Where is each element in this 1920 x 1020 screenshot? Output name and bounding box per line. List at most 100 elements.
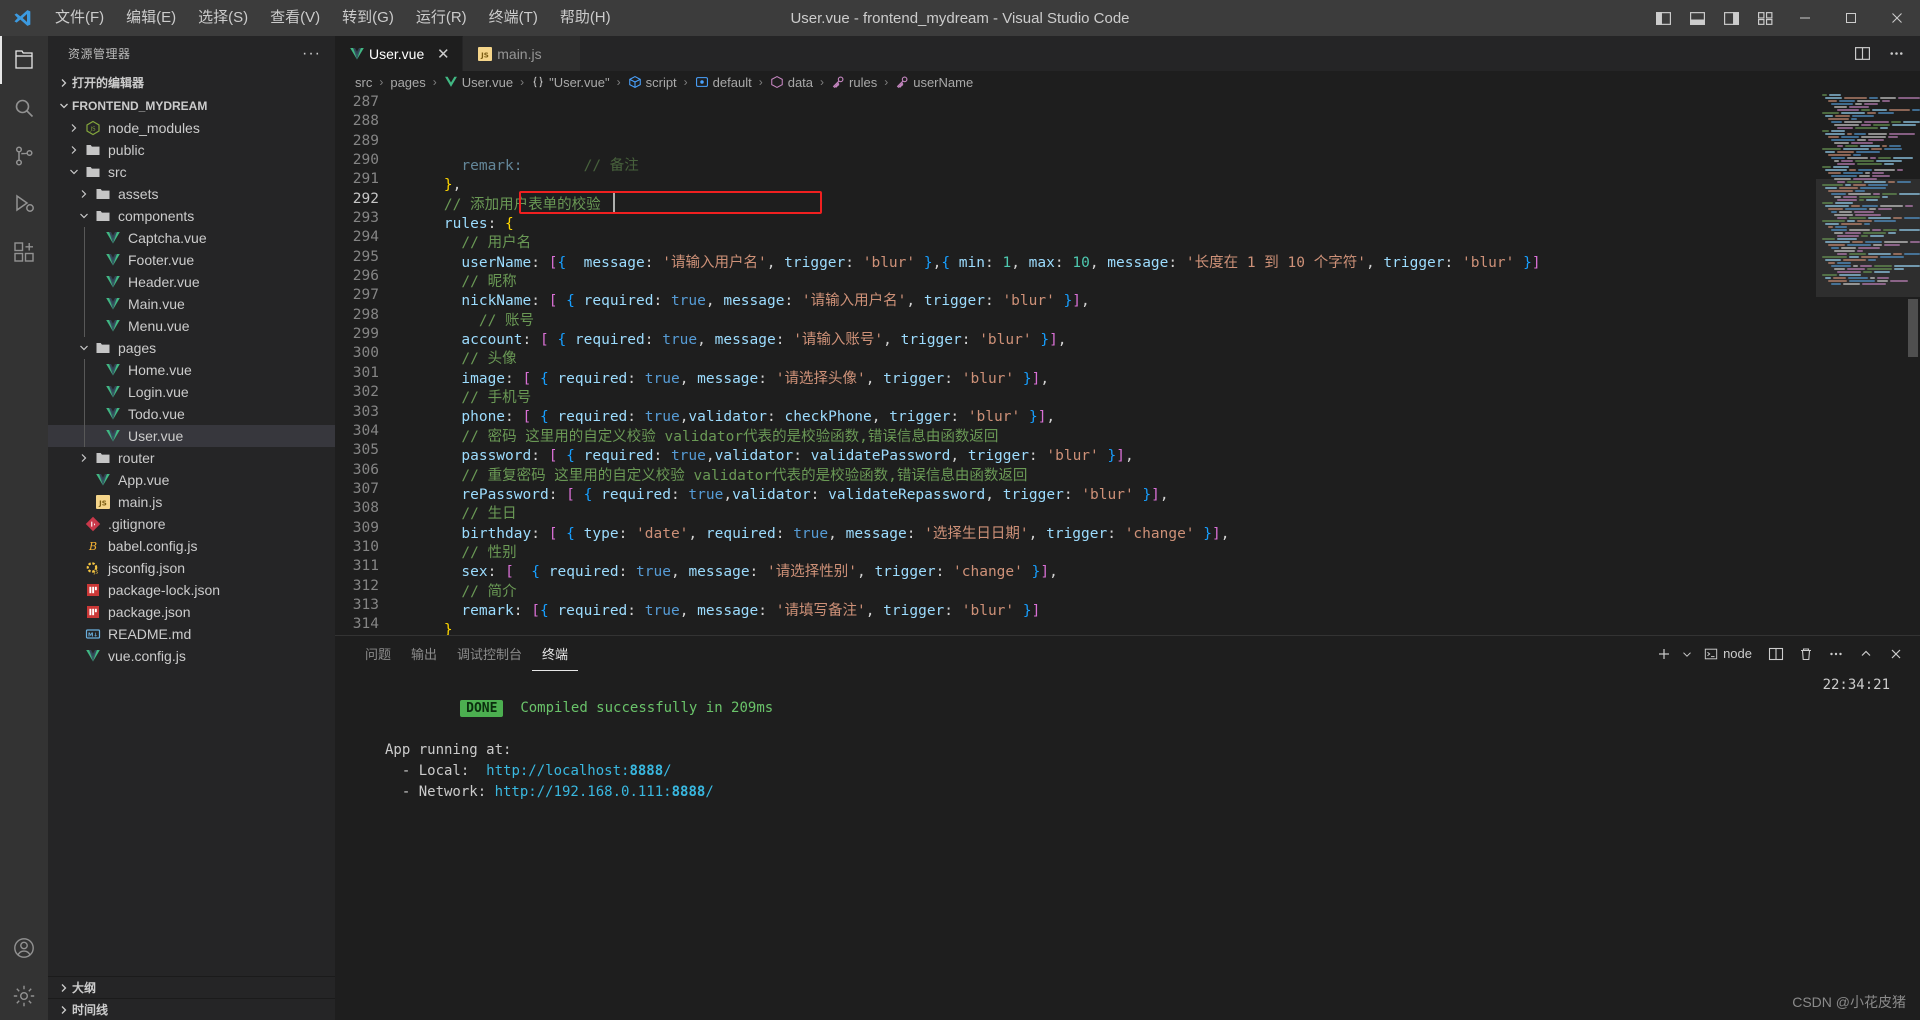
breadcrumb-item-src[interactable]: src xyxy=(353,75,374,90)
explorer-more-actions-icon[interactable]: ··· xyxy=(296,45,327,63)
tree-item-package-json[interactable]: package.json xyxy=(48,601,335,623)
split-terminal-icon[interactable] xyxy=(1762,640,1790,668)
code-line[interactable]: // 头像 xyxy=(401,350,1816,369)
sidebar-section-1[interactable]: 时间线 xyxy=(48,998,335,1020)
code-line[interactable]: // 简介 xyxy=(401,583,1816,602)
split-editor-icon[interactable] xyxy=(1848,40,1876,68)
breadcrumb-item-user-vue[interactable]: User.vue xyxy=(442,75,515,90)
tree-item-router[interactable]: router xyxy=(48,447,335,469)
local-port[interactable]: 8888 xyxy=(629,763,663,779)
tree-item-footer-vue[interactable]: Footer.vue xyxy=(48,249,335,271)
tree-item-todo-vue[interactable]: Todo.vue xyxy=(48,403,335,425)
activity-explorer-icon[interactable] xyxy=(0,36,48,84)
menu-item-3[interactable]: 查看(V) xyxy=(259,0,331,36)
tree-item-node-modules[interactable]: JSnode_modules xyxy=(48,117,335,139)
tree-item-components[interactable]: components xyxy=(48,205,335,227)
tree-item-jsconfig-json[interactable]: jsjsconfig.json xyxy=(48,557,335,579)
workspace-root-section[interactable]: FRONTEND_MYDREAM xyxy=(48,94,335,117)
activity-search-icon[interactable] xyxy=(0,84,48,132)
breadcrumb-item-pages[interactable]: pages xyxy=(388,75,427,90)
tree-item-src[interactable]: src xyxy=(48,161,335,183)
code-line[interactable]: // 账号 xyxy=(401,312,1816,331)
tree-item-app-vue[interactable]: App.vue xyxy=(48,469,335,491)
panel-tab-2[interactable]: 调试控制台 xyxy=(447,636,532,671)
menu-item-2[interactable]: 选择(S) xyxy=(187,0,259,36)
tree-item-babel-config-js[interactable]: Bbabel.config.js xyxy=(48,535,335,557)
activity-run-debug-icon[interactable] xyxy=(0,180,48,228)
breadcrumb-item--user-vue-[interactable]: "User.vue" xyxy=(529,75,612,90)
activity-extensions-icon[interactable] xyxy=(0,228,48,276)
tree-item--gitignore[interactable]: .gitignore xyxy=(48,513,335,535)
code-line[interactable]: // 昵称 xyxy=(401,273,1816,292)
code-line[interactable]: password: [ { required: true,validator: … xyxy=(401,447,1816,466)
close-panel-icon[interactable] xyxy=(1882,640,1910,668)
code-line[interactable]: // 用户名 xyxy=(401,234,1816,253)
tree-item-home-vue[interactable]: Home.vue xyxy=(48,359,335,381)
tree-item-package-lock-json[interactable]: package-lock.json xyxy=(48,579,335,601)
maximize-button[interactable] xyxy=(1828,0,1874,36)
editor-more-actions-icon[interactable] xyxy=(1882,40,1910,68)
code-line[interactable]: birthday: [ { type: 'date', required: tr… xyxy=(401,525,1816,544)
tree-item-captcha-vue[interactable]: Captcha.vue xyxy=(48,227,335,249)
breadcrumb-item-script[interactable]: script xyxy=(626,75,679,90)
code-line[interactable]: nickName: [ { required: true, message: '… xyxy=(401,292,1816,311)
tree-item-main-vue[interactable]: Main.vue xyxy=(48,293,335,315)
tree-item-header-vue[interactable]: Header.vue xyxy=(48,271,335,293)
panel-tab-3[interactable]: 终端 xyxy=(532,636,578,671)
tree-item-login-vue[interactable]: Login.vue xyxy=(48,381,335,403)
new-terminal-dropdown-icon[interactable] xyxy=(1680,640,1694,668)
tree-item-user-vue[interactable]: User.vue xyxy=(48,425,335,447)
activity-settings-gear-icon[interactable] xyxy=(0,972,48,1020)
tree-item-main-js[interactable]: JSmain.js xyxy=(48,491,335,513)
close-button[interactable] xyxy=(1874,0,1920,36)
code-line[interactable]: // 手机号 xyxy=(401,389,1816,408)
menu-item-6[interactable]: 终端(T) xyxy=(478,0,549,36)
tree-item-readme-md[interactable]: M↓README.md xyxy=(48,623,335,645)
code-line[interactable]: remark: [{ required: true, message: '请填写… xyxy=(401,602,1816,621)
tree-item-vue-config-js[interactable]: vue.config.js xyxy=(48,645,335,667)
maximize-panel-icon[interactable] xyxy=(1852,640,1880,668)
code-line[interactable]: image: [ { required: true, message: '请选择… xyxy=(401,370,1816,389)
breadcrumb-item-username[interactable]: userName xyxy=(893,75,975,90)
code-line[interactable]: userName: [{ message: '请输入用户名', trigger:… xyxy=(401,254,1816,273)
local-url[interactable]: http://localhost: xyxy=(486,763,629,779)
code-line[interactable]: } xyxy=(401,621,1816,635)
code-line[interactable]: phone: [ { required: true,validator: che… xyxy=(401,408,1816,427)
tree-item-public[interactable]: public xyxy=(48,139,335,161)
breadcrumb-item-default[interactable]: default xyxy=(693,75,754,90)
open-editors-section[interactable]: 打开的编辑器 xyxy=(48,71,335,94)
customize-layout-icon[interactable] xyxy=(1748,0,1782,36)
code-line[interactable]: rePassword: [ { required: true,validator… xyxy=(401,486,1816,505)
code-line[interactable]: // 生日 xyxy=(401,505,1816,524)
network-url[interactable]: http://192.168.0.111: xyxy=(495,784,672,800)
panel-more-actions-icon[interactable] xyxy=(1822,640,1850,668)
code-line[interactable]: rules: { xyxy=(401,215,1816,234)
tab-close-icon[interactable]: ✕ xyxy=(434,45,452,63)
editor-tab-main-js[interactable]: JSmain.js✕ xyxy=(463,36,580,71)
breadcrumb-item-rules[interactable]: rules xyxy=(829,75,879,90)
tree-item-menu-vue[interactable]: Menu.vue xyxy=(48,315,335,337)
code-line[interactable]: account: [ { required: true, message: '请… xyxy=(401,331,1816,350)
terminal-output[interactable]: 22:34:21 DONE Compiled successfully in 2… xyxy=(335,671,1920,1020)
tab-close-icon[interactable]: ✕ xyxy=(552,45,570,63)
editor-scrollbar[interactable] xyxy=(1906,93,1920,635)
toggle-secondary-sidebar-icon[interactable] xyxy=(1714,0,1748,36)
menu-item-0[interactable]: 文件(F) xyxy=(44,0,115,36)
terminal-selector[interactable]: node xyxy=(1696,646,1760,661)
network-port[interactable]: 8888 xyxy=(672,784,706,800)
panel-tab-0[interactable]: 问题 xyxy=(355,636,401,671)
menu-item-5[interactable]: 运行(R) xyxy=(405,0,478,36)
menu-item-1[interactable]: 编辑(E) xyxy=(115,0,187,36)
scrollbar-thumb[interactable] xyxy=(1908,299,1918,357)
minimize-button[interactable] xyxy=(1782,0,1828,36)
code-line[interactable]: // 重复密码 这里用的自定义校验 validator代表的是校验函数,错误信息… xyxy=(401,467,1816,486)
code-line[interactable]: remark: // 备注 xyxy=(401,157,1816,176)
toggle-panel-icon[interactable] xyxy=(1680,0,1714,36)
tree-item-pages[interactable]: pages xyxy=(48,337,335,359)
toggle-primary-sidebar-icon[interactable] xyxy=(1646,0,1680,36)
code-line[interactable]: // 性别 xyxy=(401,544,1816,563)
kill-terminal-icon[interactable] xyxy=(1792,640,1820,668)
code-line[interactable]: // 密码 这里用的自定义校验 validator代表的是校验函数,错误信息由函… xyxy=(401,428,1816,447)
new-terminal-icon[interactable] xyxy=(1650,640,1678,668)
panel-tab-1[interactable]: 输出 xyxy=(401,636,447,671)
